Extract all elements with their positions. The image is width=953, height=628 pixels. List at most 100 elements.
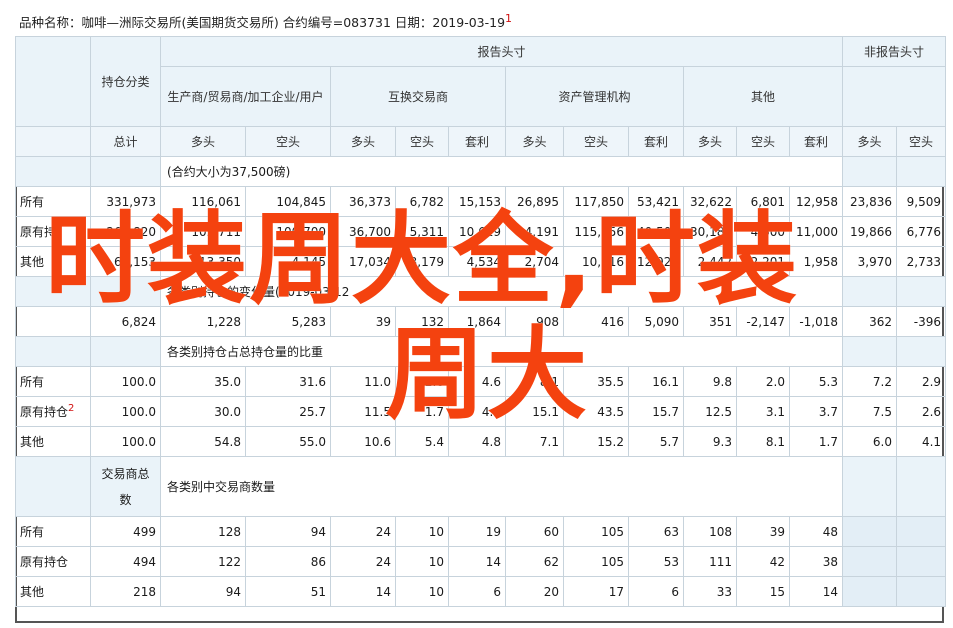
cell: 10.6	[330, 426, 396, 457]
cell: 5.7	[628, 426, 684, 457]
row-label: 所有	[15, 186, 91, 217]
cell: 8.1	[736, 426, 790, 457]
cell: 9.8	[683, 366, 737, 397]
cell: 116,061	[160, 186, 246, 217]
header-row-1: 持仓分类 报告头寸 非报告头寸	[15, 36, 947, 127]
cell: 19	[448, 516, 506, 547]
cell: 24	[330, 516, 396, 547]
cell: 35.0	[160, 366, 246, 397]
cell: 6,782	[395, 186, 449, 217]
cell: 14	[448, 546, 506, 577]
header-nr-short: 空头	[896, 126, 947, 157]
header-swap-spread: 套利	[448, 126, 506, 157]
cell: 13,350	[160, 246, 246, 277]
caption-footnote: 1	[505, 12, 513, 25]
cell: 60	[505, 516, 564, 547]
cell: 40,501	[628, 216, 684, 247]
header-other-short: 空头	[736, 126, 790, 157]
cell: 1,228	[160, 306, 246, 337]
cell: 100,700	[245, 216, 331, 247]
cell: 36,373	[330, 186, 396, 217]
cell: 2.6	[896, 396, 947, 427]
cell: 218	[90, 576, 161, 607]
cell: 17,034	[330, 246, 396, 277]
header-total: 总计	[90, 126, 161, 157]
cell: 908	[505, 306, 564, 337]
cell: 104,845	[245, 186, 331, 217]
cell: 100.0	[90, 396, 161, 427]
cell: 5.3	[788, 366, 844, 397]
sec1-title: (合约大小为37,500磅)	[159, 156, 844, 187]
cell: 30,180	[683, 216, 737, 247]
cell: 2,442	[683, 246, 737, 277]
cell: 1,958	[788, 246, 844, 277]
cell: 122	[160, 546, 246, 577]
cell: 48	[788, 516, 844, 547]
cell: 10,619	[448, 216, 506, 247]
cell: 25.7	[245, 396, 331, 427]
cell: 3.7	[788, 396, 844, 427]
row-label: 其他	[15, 576, 91, 607]
cell: 12,920	[628, 246, 684, 277]
cell: 62	[505, 546, 564, 577]
cell: 1.7	[788, 426, 844, 457]
cell: 3.1	[736, 396, 790, 427]
sec4-row-all: 所有 499 128 94 24 10 19 60 105 63 108 39 …	[15, 516, 947, 547]
header-holding-class: 持仓分类	[90, 36, 161, 127]
cell: 14	[788, 576, 844, 607]
sec1-title-row: (合约大小为37,500磅)	[15, 156, 947, 187]
header-producer: 生产商/贸易商/加工企业/用户	[160, 66, 331, 127]
cell: 15,153	[448, 186, 506, 217]
cell: 5,283	[245, 306, 331, 337]
row-label: 其他	[15, 426, 91, 457]
cell: 31.6	[245, 366, 331, 397]
cell: 5,090	[628, 306, 684, 337]
cell: 15	[736, 576, 790, 607]
cell: 2.0	[395, 366, 449, 397]
cell: 10	[395, 546, 449, 577]
cell: 24,191	[505, 216, 564, 247]
header-blank-3	[15, 126, 91, 157]
cell: 102,711	[160, 216, 246, 247]
cot-table: 持仓分类 报告头寸 非报告头寸 生产商/贸易商/加工企业/用户 互换交易商 资产…	[15, 36, 947, 607]
cell: 111	[683, 546, 737, 577]
cell: 94	[160, 576, 246, 607]
cell: 16.1	[628, 366, 684, 397]
cell: 4.6	[448, 366, 506, 397]
cell: 36,700	[330, 216, 396, 247]
cell: 7.2	[842, 366, 898, 397]
cell: 416	[563, 306, 629, 337]
cell: 11,000	[788, 216, 844, 247]
row-label: 原有持仓2	[15, 396, 91, 427]
cell: 115,656	[563, 216, 629, 247]
sec4-title-row: 交易商总数 各类别中交易商数量	[15, 456, 947, 517]
cell: 53,421	[628, 186, 684, 217]
cell: 7.1	[505, 426, 564, 457]
sec3-row-other: 其他 100.0 54.8 55.0 10.6 5.4 4.8 7.1 15.2…	[15, 426, 947, 457]
header-swap-short: 空头	[395, 126, 449, 157]
cell: 4,534	[448, 246, 506, 277]
cell: -1,018	[788, 306, 844, 337]
sec3-row-old: 原有持仓2 100.0 30.0 25.7 11.5 1.7 4.0 15.1 …	[15, 396, 947, 427]
header-asset-short: 空头	[563, 126, 629, 157]
cell: 94	[245, 516, 331, 547]
cell: 1,864	[448, 306, 506, 337]
sec4-total-label: 交易商总数	[90, 456, 161, 517]
footnote-marker: 2	[68, 403, 75, 414]
cell: -396	[896, 306, 947, 337]
cell: 1.7	[395, 396, 449, 427]
cell: 108	[683, 516, 737, 547]
sec3-title: 各类别持仓占总持仓量的比重	[159, 336, 844, 367]
header-blank	[15, 36, 91, 127]
cell: 4,145	[245, 246, 331, 277]
cell: 4.1	[896, 426, 947, 457]
cell: 39	[330, 306, 396, 337]
cell: 494	[90, 546, 161, 577]
cell: 23,836	[842, 186, 898, 217]
row-label: 所有	[15, 516, 91, 547]
cell: 5,311	[395, 216, 449, 247]
sec1-row-old: 原有持 267,820 102,711 100,700 36,700 5,311…	[15, 216, 947, 247]
cell: 128	[160, 516, 246, 547]
row-label: 所有	[15, 366, 91, 397]
cell: 4,600	[736, 216, 790, 247]
